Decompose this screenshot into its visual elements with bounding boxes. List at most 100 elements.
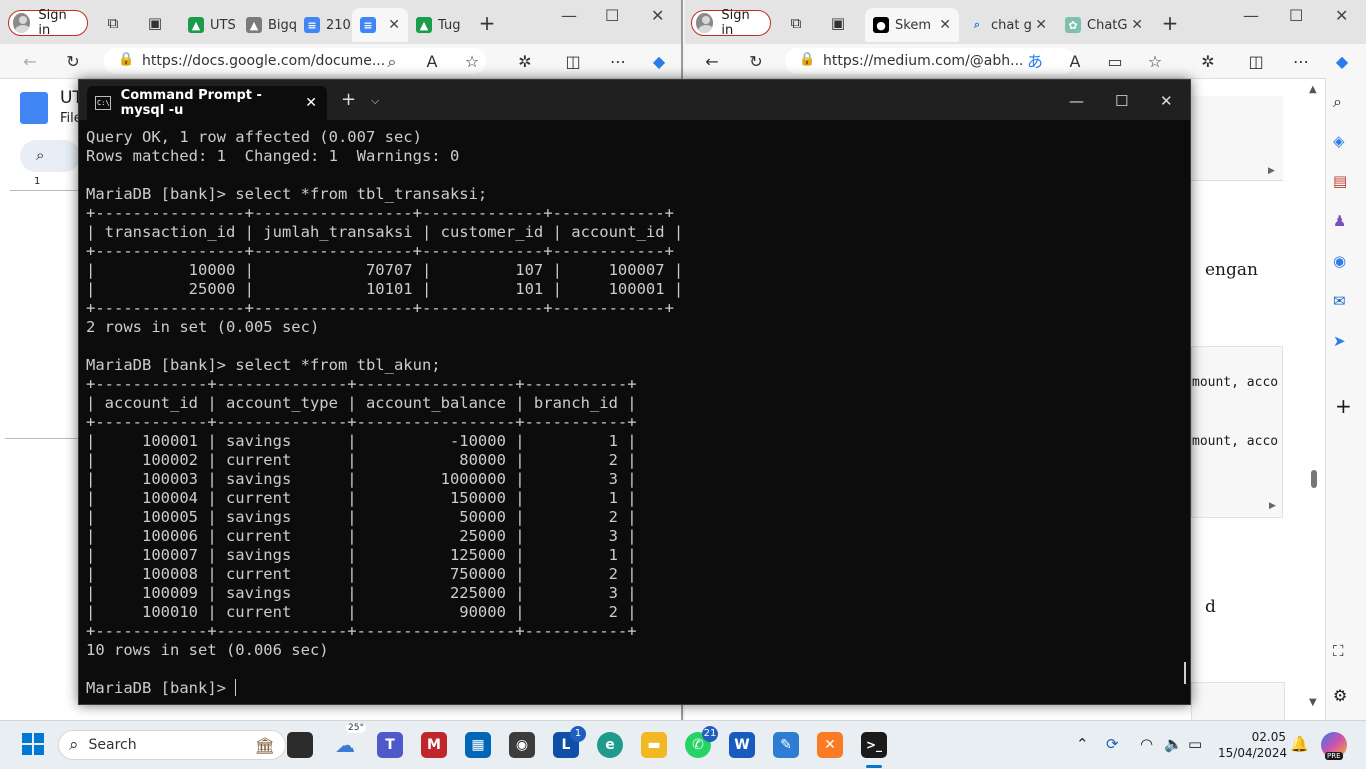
outlook-icon[interactable]: ✉ <box>1333 292 1346 310</box>
docs-logo-icon[interactable] <box>20 92 48 124</box>
screenshot-icon[interactable]: ⛶ <box>1333 642 1344 660</box>
teams-icon[interactable]: T <box>377 732 403 758</box>
sign-in-button[interactable]: Sign in <box>8 8 88 38</box>
tools-icon[interactable]: ▤ <box>1333 172 1347 190</box>
whatsapp-icon[interactable]: ✆ 21 <box>685 726 718 758</box>
wifi-icon[interactable]: ◠ <box>1140 735 1153 753</box>
tab-tug[interactable]: ▲ Tug <box>408 8 468 42</box>
extensions-icon[interactable]: ✲ <box>1198 53 1218 71</box>
send-icon[interactable]: ➤ <box>1333 332 1346 350</box>
minimize-icon[interactable]: — <box>561 6 577 25</box>
maximize-icon[interactable]: ☐ <box>1115 92 1128 110</box>
tab-actions-icon[interactable]: ▣ <box>146 14 164 32</box>
file-explorer-icon[interactable]: ▬ <box>641 732 667 758</box>
terminal-taskbar-icon[interactable]: >_ <box>861 732 887 758</box>
battery-icon[interactable]: ▭ <box>1188 735 1202 753</box>
shopping-icon[interactable]: ◈ <box>1333 132 1345 150</box>
favorite-icon[interactable]: ☆ <box>462 53 482 71</box>
sync-icon[interactable]: ⟳ <box>1106 735 1119 753</box>
xampp-icon[interactable]: ✕ <box>817 732 843 758</box>
terminal-line: +------------+--------------+-----------… <box>86 413 637 431</box>
chevron-down-icon[interactable]: ⌵ <box>371 94 379 108</box>
zoom-icon[interactable]: ⌕ <box>382 53 402 71</box>
taskbar-search[interactable]: ⌕ Search 🏛 <box>58 730 286 760</box>
add-icon[interactable]: + <box>1335 394 1352 418</box>
minimize-icon[interactable]: — <box>1069 92 1084 110</box>
task-view-icon[interactable] <box>287 732 313 758</box>
terminal-line: | 100006 | current | 25000 | 3 | <box>86 527 637 545</box>
split-screen-icon[interactable]: ◫ <box>1246 53 1266 71</box>
sign-in-button[interactable]: Sign in <box>691 8 771 38</box>
refresh-icon[interactable]: ↻ <box>746 53 766 71</box>
split-screen-icon[interactable]: ◫ <box>563 53 583 71</box>
camera-icon[interactable]: ◉ <box>509 732 535 758</box>
maximize-icon[interactable]: ☐ <box>605 6 619 25</box>
close-tab-icon[interactable]: ✕ <box>1131 17 1143 33</box>
new-tab-icon[interactable]: + <box>1161 13 1179 33</box>
edge-icon[interactable]: e <box>597 732 623 758</box>
tab-210[interactable]: ≡ 210 <box>296 8 350 42</box>
notification-bell-icon[interactable]: 🔔 <box>1290 735 1309 753</box>
tab-bigq[interactable]: ▲ Bigq <box>238 8 296 42</box>
games-icon[interactable]: ♟ <box>1333 212 1346 230</box>
close-window-icon[interactable]: ✕ <box>651 6 664 25</box>
mcafee-icon[interactable]: M <box>421 732 447 758</box>
close-tab-icon[interactable]: ✕ <box>939 17 951 33</box>
close-tab-icon[interactable]: ✕ <box>1035 17 1047 33</box>
pen-app-icon[interactable]: ✎ <box>773 732 799 758</box>
terminal-tab[interactable]: C:\ Command Prompt - mysql -u ✕ <box>87 86 327 120</box>
search-icon[interactable]: ⌕ <box>1333 92 1342 112</box>
tab-actions-icon[interactable]: ▣ <box>829 14 847 32</box>
close-window-icon[interactable]: ✕ <box>1335 6 1348 25</box>
scroll-right-icon[interactable]: ▶ <box>1268 166 1275 176</box>
terminal-window[interactable]: C:\ Command Prompt - mysql -u ✕ + ⌵ — ☐ … <box>78 79 1191 705</box>
workspaces-icon[interactable]: ⧉ <box>104 14 122 32</box>
new-tab-icon[interactable]: + <box>478 13 496 33</box>
copilot-icon[interactable]: ◆ <box>1332 53 1352 71</box>
left-tab-strip: Sign in ⧉ ▣ ▲ UTS ▲ Bigq ≡ 210 ≡ ✕ ▲ Tug… <box>0 0 681 44</box>
read-aloud-icon[interactable]: A <box>1065 53 1085 71</box>
immersive-reader-icon[interactable]: ▭ <box>1105 53 1125 71</box>
weather-icon[interactable]: ☁ 25° <box>332 723 366 758</box>
terminal-line: | 100001 | savings | -10000 | 1 | <box>86 432 637 450</box>
scroll-down-icon[interactable]: ▼ <box>1309 697 1317 708</box>
tab-uts[interactable]: ▲ UTS <box>180 8 238 42</box>
clock[interactable]: 02.05 15/04/2024 <box>1218 729 1287 761</box>
terminal-output[interactable]: Query OK, 1 row affected (0.007 sec) Rows… <box>86 128 1180 700</box>
copilot-icon[interactable]: ◆ <box>649 53 669 71</box>
word-icon[interactable]: W <box>729 732 755 758</box>
close-tab-icon[interactable]: ✕ <box>305 95 317 111</box>
docs-search-box[interactable]: ⌕ <box>20 140 80 172</box>
terminal-scrollbar[interactable] <box>1184 662 1186 684</box>
microsoft365-icon[interactable]: ◉ <box>1333 252 1346 270</box>
scroll-up-icon[interactable]: ▲ <box>1309 84 1317 95</box>
volume-icon[interactable]: 🔈 <box>1164 735 1183 753</box>
settings-icon[interactable]: ⚙ <box>1333 686 1347 705</box>
favorite-icon[interactable]: ☆ <box>1145 53 1165 71</box>
minimize-icon[interactable]: — <box>1243 6 1259 25</box>
more-icon[interactable]: ⋯ <box>1291 53 1311 71</box>
scrollbar-thumb[interactable] <box>1311 470 1317 488</box>
copilot-icon[interactable]: PRE <box>1321 732 1347 760</box>
translate-icon[interactable]: あ <box>1025 53 1045 71</box>
read-aloud-icon[interactable]: A <box>422 53 442 71</box>
windows-start-icon[interactable] <box>22 733 44 755</box>
tab-chat-search[interactable]: ⌕ chat g ✕ <box>961 8 1055 42</box>
tab-chatgpt[interactable]: ✿ ChatG ✕ <box>1057 8 1151 42</box>
workspaces-icon[interactable]: ⧉ <box>787 14 805 32</box>
store-icon[interactable]: ▦ <box>465 732 491 758</box>
close-window-icon[interactable]: ✕ <box>1160 92 1173 110</box>
more-icon[interactable]: ⋯ <box>608 53 628 71</box>
tab-docs-active[interactable]: ≡ ✕ <box>352 8 408 42</box>
scroll-right-icon[interactable]: ▶ <box>1269 501 1276 511</box>
tab-skem[interactable]: ● Skem ✕ <box>865 8 959 42</box>
l-app-icon[interactable]: L 1 <box>553 726 586 758</box>
maximize-icon[interactable]: ☐ <box>1289 6 1303 25</box>
chevron-up-icon[interactable]: ⌃ <box>1076 735 1089 753</box>
back-icon[interactable]: ← <box>702 53 722 71</box>
new-tab-icon[interactable]: + <box>341 89 356 110</box>
back-icon[interactable]: ← <box>20 53 40 71</box>
close-tab-icon[interactable]: ✕ <box>388 17 400 33</box>
refresh-icon[interactable]: ↻ <box>63 53 83 71</box>
extensions-icon[interactable]: ✲ <box>515 53 535 71</box>
